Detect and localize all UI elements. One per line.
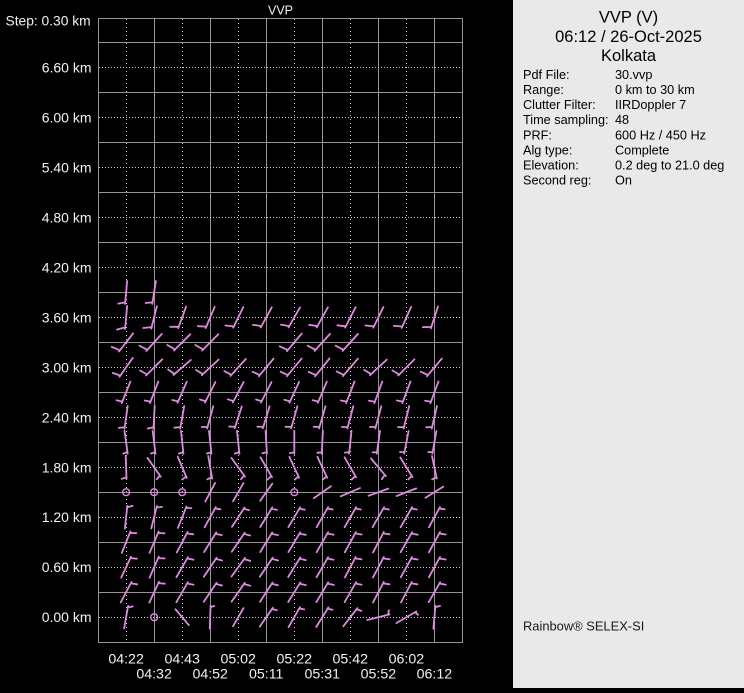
svg-text:Second reg:: Second reg:	[523, 173, 591, 187]
svg-text:05:42: 05:42	[333, 652, 369, 668]
svg-text:04:43: 04:43	[164, 652, 200, 668]
svg-text:05:02: 05:02	[220, 652, 256, 668]
svg-text:IIRDoppler 7: IIRDoppler 7	[615, 98, 686, 112]
svg-text:04:52: 04:52	[192, 667, 228, 683]
svg-text:04:22: 04:22	[108, 652, 144, 668]
svg-text:6.00 km: 6.00 km	[42, 110, 92, 126]
svg-text:0.00 km: 0.00 km	[42, 609, 92, 625]
svg-text:On: On	[615, 173, 632, 187]
svg-text:04:32: 04:32	[136, 667, 172, 683]
svg-text:06:12: 06:12	[417, 667, 453, 683]
svg-text:Range:: Range:	[523, 83, 564, 97]
svg-text:05:22: 05:22	[277, 652, 313, 668]
svg-text:Step: 0.30 km: Step: 0.30 km	[6, 13, 91, 28]
svg-text:6.60 km: 6.60 km	[42, 60, 92, 76]
svg-text:06:02: 06:02	[389, 652, 425, 668]
svg-text:5.40 km: 5.40 km	[42, 160, 92, 176]
svg-text:0 km to 30 km: 0 km to 30 km	[615, 83, 695, 97]
svg-text:06:12 / 26-Oct-2025: 06:12 / 26-Oct-2025	[555, 28, 702, 46]
svg-text:Alg type:: Alg type:	[523, 143, 572, 157]
svg-text:PRF:: PRF:	[523, 128, 552, 142]
svg-text:2.40 km: 2.40 km	[42, 409, 92, 425]
svg-text:4.20 km: 4.20 km	[42, 259, 92, 275]
svg-text:Complete: Complete	[615, 143, 669, 157]
svg-text:VVP: VVP	[268, 3, 293, 17]
svg-text:1.20 km: 1.20 km	[42, 509, 92, 525]
svg-text:Elevation:: Elevation:	[523, 158, 579, 172]
svg-text:Pdf File:: Pdf File:	[523, 68, 570, 82]
svg-text:30.vvp: 30.vvp	[615, 68, 652, 82]
svg-text:0.2 deg to 21.0 deg: 0.2 deg to 21.0 deg	[615, 158, 724, 172]
svg-text:0.60 km: 0.60 km	[42, 559, 92, 575]
svg-text:Kolkata: Kolkata	[601, 47, 657, 65]
svg-text:05:52: 05:52	[361, 667, 397, 683]
svg-text:3.00 km: 3.00 km	[42, 359, 92, 375]
svg-text:3.60 km: 3.60 km	[42, 309, 92, 325]
svg-text:05:11: 05:11	[249, 667, 284, 683]
svg-text:05:31: 05:31	[305, 667, 341, 683]
svg-text:Clutter Filter:: Clutter Filter:	[523, 98, 596, 112]
svg-text:Rainbow® SELEX-SI: Rainbow® SELEX-SI	[523, 619, 644, 634]
svg-text:Time sampling:: Time sampling:	[523, 113, 609, 127]
svg-text:48: 48	[615, 113, 629, 127]
svg-text:1.80 km: 1.80 km	[42, 459, 92, 475]
svg-text:600 Hz / 450 Hz: 600 Hz / 450 Hz	[615, 128, 706, 142]
svg-text:VVP (V): VVP (V)	[599, 9, 658, 27]
svg-text:4.80 km: 4.80 km	[42, 210, 92, 226]
